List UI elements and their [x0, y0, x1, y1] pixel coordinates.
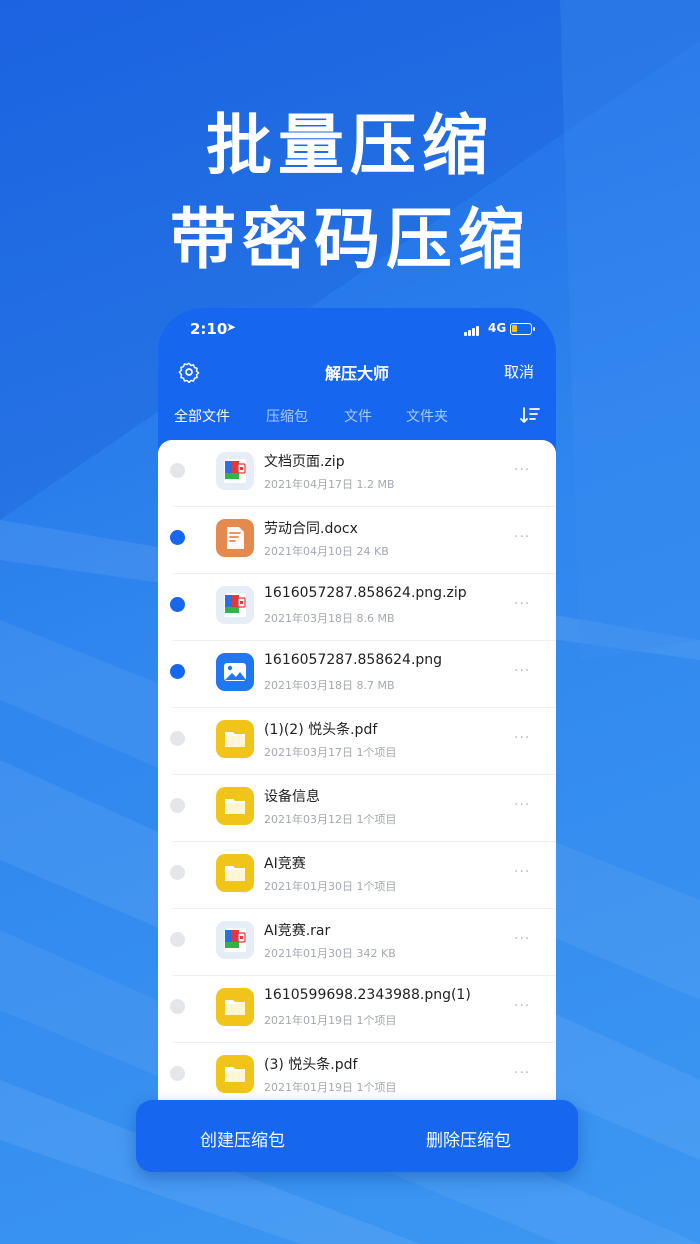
file-row[interactable]: 1616057287.858624.png.zip 2021年03月18日 8.6…	[158, 574, 556, 641]
select-checkbox[interactable]	[170, 463, 185, 478]
file-name: 1616057287.858624.png.zip	[264, 585, 467, 601]
cancel-button[interactable]: 取消	[504, 361, 534, 382]
tab-archives[interactable]: 压缩包	[266, 406, 308, 426]
zip-archive-icon	[216, 921, 254, 959]
select-checkbox[interactable]	[170, 932, 185, 947]
select-checkbox[interactable]	[170, 664, 185, 679]
select-checkbox[interactable]	[170, 597, 185, 612]
tab-files[interactable]: 文件	[344, 406, 372, 426]
filter-tabs: 全部文件 压缩包 文件 文件夹	[158, 402, 556, 432]
delete-archive-button[interactable]: 删除压缩包	[426, 1126, 511, 1151]
status-bar: 2:10 ➤ 4G	[158, 308, 556, 350]
tab-folders[interactable]: 文件夹	[406, 406, 448, 426]
file-row[interactable]: 设备信息 2021年03月12日 1个项目 ···	[158, 775, 556, 842]
more-options-icon[interactable]: ···	[514, 864, 530, 880]
file-row[interactable]: AI竞赛 2021年01月30日 1个项目 ···	[158, 842, 556, 909]
location-arrow-icon: ➤	[226, 320, 237, 334]
bottom-action-bar: 创建压缩包 删除压缩包	[136, 1100, 578, 1172]
tab-all-files[interactable]: 全部文件	[174, 406, 230, 426]
folder-icon	[216, 988, 254, 1026]
headline-line2: 带密码压缩	[170, 201, 530, 278]
file-row[interactable]: 1616057287.858624.png 2021年03月18日 8.7 MB ·…	[158, 641, 556, 708]
more-options-icon[interactable]: ···	[514, 663, 530, 679]
file-meta: 2021年01月19日 1个项目	[264, 1014, 397, 1027]
file-name: AI竞赛.rar	[264, 923, 331, 939]
headline-line1: 批量压缩	[206, 107, 494, 184]
more-options-icon[interactable]: ···	[514, 931, 530, 947]
select-checkbox[interactable]	[170, 798, 185, 813]
more-options-icon[interactable]: ···	[514, 529, 530, 545]
file-row[interactable]: AI竞赛.rar 2021年01月30日 342 KB ···	[158, 909, 556, 976]
status-time: 2:10	[190, 320, 228, 338]
file-row[interactable]: 文档页面.zip 2021年04月17日 1.2 MB ···	[158, 440, 556, 507]
file-meta: 2021年04月17日 1.2 MB	[264, 478, 395, 491]
navigation-bar: 解压大师 取消	[158, 354, 556, 390]
document-icon	[216, 519, 254, 557]
signal-strength-icon	[464, 324, 484, 336]
select-checkbox[interactable]	[170, 1066, 185, 1081]
zip-archive-icon	[216, 452, 254, 490]
file-name: 1616057287.858624.png	[264, 652, 443, 668]
select-checkbox[interactable]	[170, 731, 185, 746]
folder-icon	[216, 720, 254, 758]
image-icon	[216, 653, 254, 691]
more-options-icon[interactable]: ···	[514, 730, 530, 746]
folder-icon	[216, 1055, 254, 1093]
file-row[interactable]: (1)(2) 悦头条.pdf 2021年03月17日 1个项目 ···	[158, 708, 556, 775]
file-name: 设备信息	[264, 789, 320, 805]
sort-icon[interactable]	[520, 406, 540, 424]
file-meta: 2021年01月19日 1个项目	[264, 1081, 397, 1094]
file-name: (3) 悦头条.pdf	[264, 1057, 358, 1073]
phone-mockup: 2:10 ➤ 4G 解压大师 取消 全部文件 压缩包 文件 文件夹 文档页面.z…	[158, 308, 556, 1138]
network-type: 4G	[488, 321, 507, 335]
more-options-icon[interactable]: ···	[514, 797, 530, 813]
select-checkbox[interactable]	[170, 865, 185, 880]
battery-icon	[510, 323, 535, 335]
file-meta: 2021年03月18日 8.7 MB	[264, 679, 395, 692]
file-row[interactable]: 1610599698.2343988.png(1) 2021年01月19日 1个项…	[158, 976, 556, 1043]
file-name: 1610599698.2343988.png(1)	[264, 987, 471, 1003]
app-title: 解压大师	[324, 364, 389, 383]
select-checkbox[interactable]	[170, 530, 185, 545]
folder-icon	[216, 854, 254, 892]
file-list: 文档页面.zip 2021年04月17日 1.2 MB ··· 劳动合同.docx 20…	[158, 440, 556, 1138]
file-meta: 2021年03月12日 1个项目	[264, 813, 397, 826]
file-name: (1)(2) 悦头条.pdf	[264, 722, 378, 738]
file-name: 文档页面.zip	[264, 454, 345, 470]
more-options-icon[interactable]: ···	[514, 998, 530, 1014]
more-options-icon[interactable]: ···	[514, 462, 530, 478]
file-meta: 2021年01月30日 1个项目	[264, 880, 397, 893]
file-row[interactable]: 劳动合同.docx 2021年04月10日 24 KB ···	[158, 507, 556, 574]
file-meta: 2021年03月17日 1个项目	[264, 746, 397, 759]
more-options-icon[interactable]: ···	[514, 1065, 530, 1081]
file-meta: 2021年04月10日 24 KB	[264, 545, 389, 558]
file-name: AI竞赛	[264, 856, 306, 872]
file-meta: 2021年03月18日 8.6 MB	[264, 612, 395, 625]
file-meta: 2021年01月30日 342 KB	[264, 947, 396, 960]
select-checkbox[interactable]	[170, 999, 185, 1014]
zip-archive-icon	[216, 586, 254, 624]
more-options-icon[interactable]: ···	[514, 596, 530, 612]
create-archive-button[interactable]: 创建压缩包	[200, 1126, 285, 1151]
folder-icon	[216, 787, 254, 825]
file-name: 劳动合同.docx	[264, 521, 358, 537]
